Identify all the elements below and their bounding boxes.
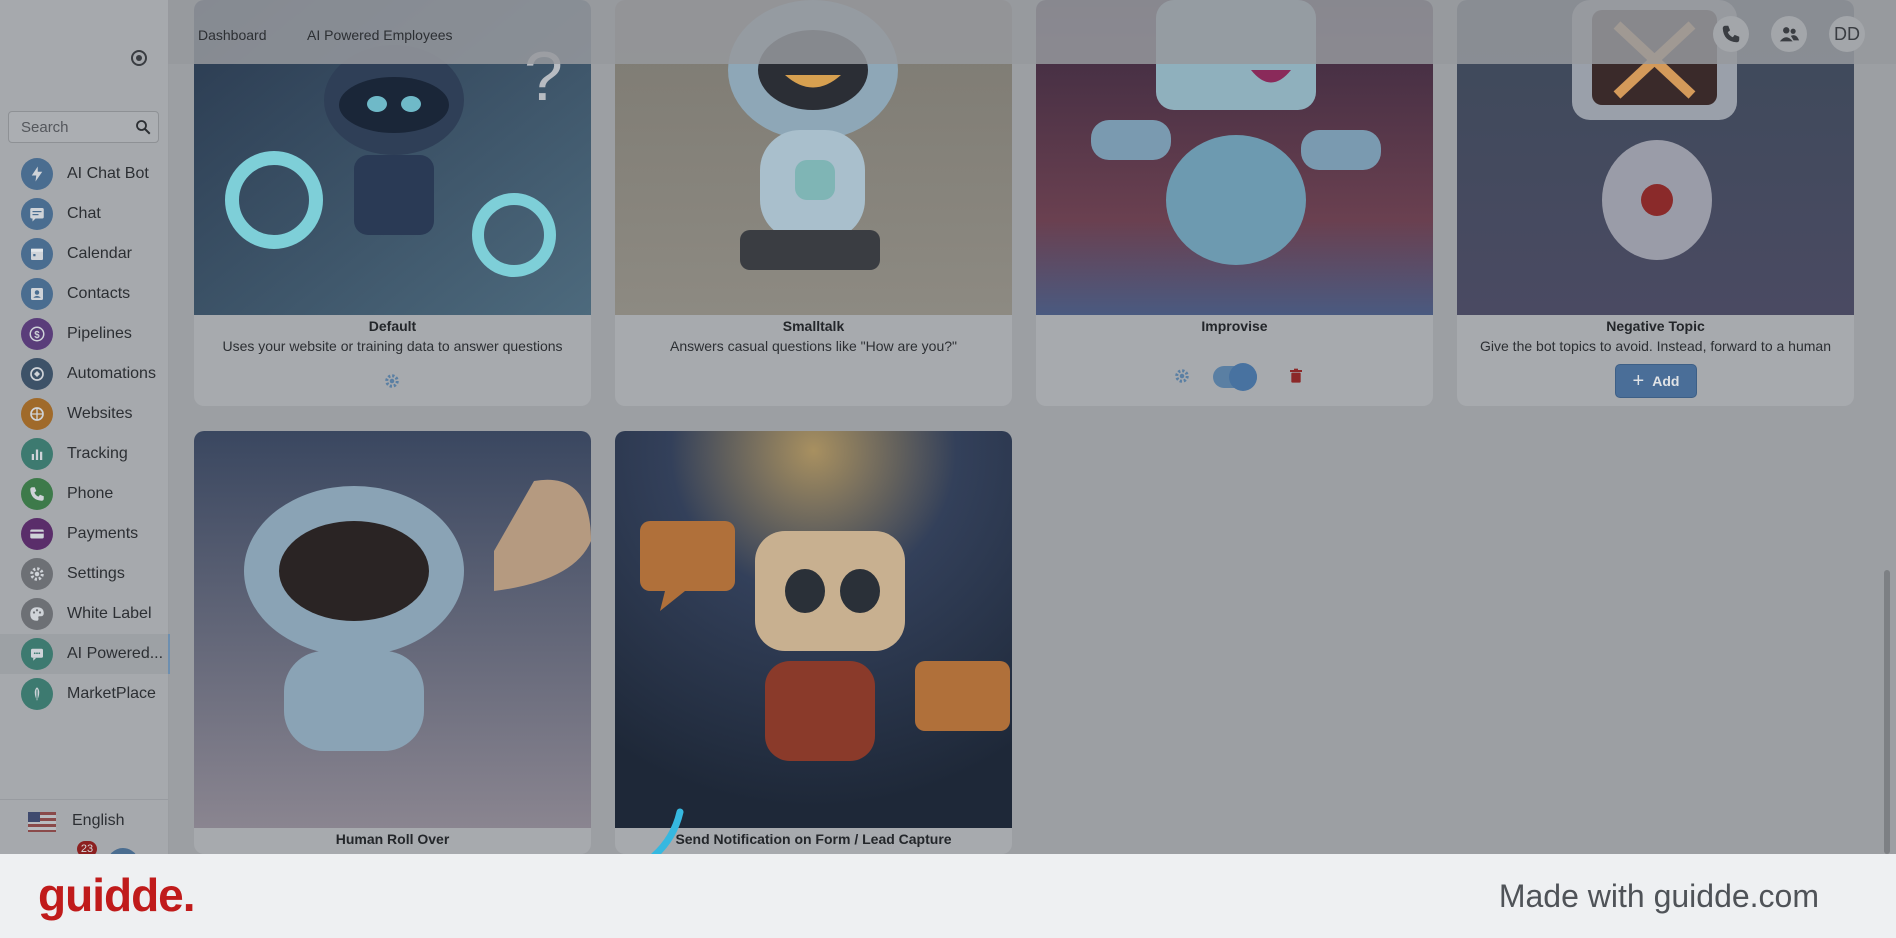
cursor-highlight: [650, 808, 684, 858]
ai-chat-icon: [21, 638, 53, 670]
sidebar-item-tracking[interactable]: Tracking: [0, 434, 168, 474]
card-title: Improvise: [1201, 318, 1268, 334]
footer-banner: guidde. Made with guidde.com: [0, 854, 1896, 938]
gear-icon: [21, 558, 53, 590]
add-button-label: Add: [1652, 373, 1680, 389]
sidebar-item-label: AI Powered...: [67, 645, 164, 662]
phone-icon: [1722, 25, 1740, 43]
add-button[interactable]: + Add: [1615, 364, 1697, 398]
card-human-roll-over: Human Roll Over: [194, 431, 591, 854]
gear-icon[interactable]: [1173, 367, 1191, 385]
card-send-notification: Send Notification on Form / Lead Capture: [615, 431, 1012, 854]
us-flag-icon: [28, 812, 56, 832]
sidebar-item-label: Phone: [67, 485, 114, 502]
card-icon: [21, 518, 53, 550]
sidebar-item-label: White Label: [67, 605, 152, 622]
sidebar-item-websites[interactable]: Websites: [0, 394, 168, 434]
automation-icon: [21, 358, 53, 390]
sidebar: AI Chat Bot Chat Calendar Contacts $ Pip…: [0, 0, 170, 854]
language-label: English: [72, 812, 125, 829]
footer-tagline[interactable]: Made with guidde.com: [1499, 878, 1819, 915]
sidebar-item-label: Pipelines: [67, 325, 132, 342]
scrollbar[interactable]: [1884, 570, 1890, 854]
sidebar-item-automations[interactable]: Automations: [0, 354, 168, 394]
enabled-toggle[interactable]: [1213, 363, 1257, 391]
breadcrumb-ai-powered-employees[interactable]: AI Powered Employees: [307, 27, 453, 43]
sidebar-item-label: AI Chat Bot: [67, 165, 149, 182]
sidebar-item-label: MarketPlace: [67, 685, 156, 702]
language-selector[interactable]: English: [0, 799, 168, 842]
phone-call-button[interactable]: [1713, 16, 1749, 52]
sidebar-item-chat[interactable]: Chat: [0, 194, 168, 234]
chat-icon: [21, 198, 53, 230]
sidebar-item-label: Payments: [67, 525, 139, 542]
sidebar-item-calendar[interactable]: Calendar: [0, 234, 168, 274]
users-icon: [1779, 27, 1800, 42]
sidebar-item-label: Automations: [67, 365, 156, 382]
sidebar-item-payments[interactable]: Payments: [0, 514, 168, 554]
dollar-icon: $: [21, 318, 53, 350]
search-icon[interactable]: [134, 118, 152, 136]
sidebar-item-label: Settings: [67, 565, 125, 582]
sidebar-item-white-label[interactable]: White Label: [0, 594, 168, 634]
palette-icon: [21, 598, 53, 630]
card-description: Answers casual questions like "How are y…: [670, 338, 957, 354]
sidebar-item-pipelines[interactable]: $ Pipelines: [0, 314, 168, 354]
search-box: [8, 111, 159, 143]
breadcrumb-dashboard[interactable]: Dashboard: [198, 27, 267, 43]
sidebar-item-phone[interactable]: Phone: [0, 474, 168, 514]
plus-icon: +: [1632, 370, 1645, 392]
marketplace-icon: [21, 678, 53, 710]
sidebar-item-marketplace[interactable]: MarketPlace: [0, 674, 168, 714]
card-description: Give the bot topics to avoid. Instead, f…: [1480, 338, 1831, 354]
phone-icon: [21, 478, 53, 510]
card-title: Smalltalk: [782, 318, 845, 334]
calendar-icon: [21, 238, 53, 270]
chart-icon: [21, 438, 53, 470]
user-avatar[interactable]: DD: [1829, 16, 1865, 52]
card-title: Negative Topic: [1606, 318, 1705, 334]
sidebar-item-contacts[interactable]: Contacts: [0, 274, 168, 314]
card-title: Default: [368, 318, 417, 334]
top-bar: Dashboard AI Powered Employees DD: [168, 0, 1896, 64]
sidebar-item-ai-powered-employees[interactable]: AI Powered...: [0, 634, 170, 674]
sidebar-item-ai-chat-bot[interactable]: AI Chat Bot: [0, 154, 168, 194]
gear-icon[interactable]: [383, 372, 401, 390]
guidde-logo: guidde.: [38, 869, 196, 921]
sidebar-item-label: Contacts: [67, 285, 131, 302]
sidebar-collapse-toggle[interactable]: [131, 50, 147, 66]
website-icon: [21, 398, 53, 430]
search-input[interactable]: [19, 118, 128, 137]
robot-image: [615, 431, 1012, 828]
sidebar-item-label: Tracking: [67, 445, 128, 462]
robot-image: [194, 431, 591, 828]
sidebar-item-label: Websites: [67, 405, 133, 422]
trash-icon[interactable]: [1288, 367, 1304, 385]
sidebar-item-label: Chat: [67, 205, 101, 222]
lightning-icon: [21, 158, 53, 190]
sidebar-item-label: Calendar: [67, 245, 132, 262]
card-title: Human Roll Over: [335, 831, 450, 847]
card-description: Uses your website or training data to an…: [222, 338, 563, 354]
users-button[interactable]: [1771, 16, 1807, 52]
sidebar-item-settings[interactable]: Settings: [0, 554, 168, 594]
svg-text:$: $: [34, 330, 40, 341]
contacts-icon: [21, 278, 53, 310]
